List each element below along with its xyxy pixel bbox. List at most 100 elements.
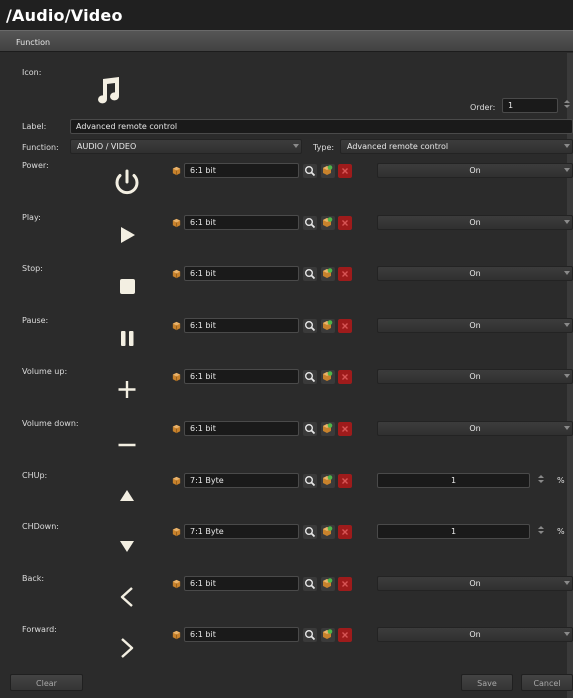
function-select[interactable]: AUDIO / VIDEO xyxy=(70,139,302,154)
value-select[interactable]: On xyxy=(377,421,573,436)
plus-icon[interactable] xyxy=(110,372,144,406)
add-object-button[interactable] xyxy=(321,370,335,385)
remove-object-button[interactable] xyxy=(338,525,352,540)
value-select[interactable]: On xyxy=(377,266,573,282)
order-stepper[interactable] xyxy=(561,98,573,113)
value-stepper[interactable] xyxy=(535,473,547,488)
triangle-down-icon[interactable] xyxy=(110,527,144,561)
object-box-icon xyxy=(172,528,181,537)
row-label: Volume up: xyxy=(22,367,68,377)
value-stepper[interactable] xyxy=(535,524,547,539)
search-button[interactable] xyxy=(303,370,317,385)
object-box-icon xyxy=(172,321,181,330)
clear-button[interactable]: Clear xyxy=(10,674,83,691)
value-select[interactable]: On xyxy=(377,163,573,178)
search-button[interactable] xyxy=(303,525,317,540)
remove-object-button[interactable] xyxy=(338,164,352,178)
row-label: CHUp: xyxy=(22,470,48,480)
object-input[interactable]: 6:1 bit xyxy=(184,369,299,385)
search-button[interactable] xyxy=(303,628,317,643)
search-button[interactable] xyxy=(303,422,317,436)
search-button[interactable] xyxy=(303,318,317,333)
type-label: Type: xyxy=(313,143,335,152)
add-object-button[interactable] xyxy=(321,318,335,333)
chevron-right-icon[interactable] xyxy=(110,630,144,664)
add-object-button[interactable] xyxy=(321,164,335,178)
object-input[interactable]: 6:1 bit xyxy=(184,214,299,230)
remove-object-button[interactable] xyxy=(338,628,352,643)
chevron-down-icon xyxy=(564,219,570,224)
object-input[interactable]: 6:1 bit xyxy=(184,266,299,282)
value-select[interactable]: On xyxy=(377,214,573,230)
row-label: Volume down: xyxy=(22,419,79,428)
row-label: Stop: xyxy=(22,264,43,274)
add-object-button[interactable] xyxy=(321,525,335,540)
chevron-down-icon xyxy=(564,374,570,379)
object-box-icon xyxy=(172,218,181,227)
value-select[interactable]: On xyxy=(377,575,573,591)
remove-object-button[interactable] xyxy=(338,473,352,488)
object-box-icon xyxy=(172,579,181,588)
play-icon[interactable] xyxy=(110,218,144,252)
pause-icon[interactable] xyxy=(110,321,144,355)
search-button[interactable] xyxy=(303,267,317,282)
chevron-down-icon xyxy=(564,144,570,148)
minus-icon[interactable] xyxy=(110,424,144,458)
music-note-icon[interactable] xyxy=(92,74,126,108)
power-icon[interactable] xyxy=(110,166,144,200)
object-input[interactable]: 6:1 bit xyxy=(184,575,299,591)
add-object-button[interactable] xyxy=(321,576,335,591)
add-object-button[interactable] xyxy=(321,267,335,282)
chevron-down-icon xyxy=(564,632,570,637)
save-button[interactable]: Save xyxy=(461,674,513,691)
unit-label: % xyxy=(557,527,565,537)
icon-label: Icon: xyxy=(22,68,42,77)
object-box-icon xyxy=(172,166,181,176)
stop-icon[interactable] xyxy=(110,269,144,303)
object-input[interactable]: 7:1 Byte xyxy=(184,524,299,540)
chevron-left-icon[interactable] xyxy=(110,579,144,613)
value-input[interactable]: 1 xyxy=(377,472,530,488)
search-button[interactable] xyxy=(303,473,317,488)
type-select[interactable]: Advanced remote control xyxy=(340,139,573,154)
search-button[interactable] xyxy=(303,164,317,178)
value-select[interactable]: On xyxy=(377,369,573,385)
remove-object-button[interactable] xyxy=(338,422,352,436)
order-label: Order: xyxy=(470,103,496,112)
cancel-button[interactable]: Cancel xyxy=(521,674,573,691)
value-select[interactable]: On xyxy=(377,317,573,333)
chevron-down-icon xyxy=(564,580,570,585)
object-input[interactable]: 6:1 bit xyxy=(184,163,299,178)
add-object-button[interactable] xyxy=(321,473,335,488)
label-label: Label: xyxy=(22,122,47,131)
row-label: Forward: xyxy=(22,625,57,635)
object-box-icon xyxy=(172,270,181,279)
remove-object-button[interactable] xyxy=(338,318,352,333)
object-input[interactable]: 6:1 bit xyxy=(184,627,299,643)
value-select[interactable]: On xyxy=(377,627,573,643)
remove-object-button[interactable] xyxy=(338,576,352,591)
add-object-button[interactable] xyxy=(321,422,335,436)
remove-object-button[interactable] xyxy=(338,215,352,230)
row-label: Power: xyxy=(22,161,49,170)
order-input[interactable]: 1 xyxy=(502,98,558,113)
remove-object-button[interactable] xyxy=(338,267,352,282)
search-button[interactable] xyxy=(303,576,317,591)
label-input[interactable]: Advanced remote control xyxy=(70,119,573,134)
object-input[interactable]: 6:1 bit xyxy=(184,317,299,333)
chevron-down-icon xyxy=(564,426,570,430)
chevron-down-icon xyxy=(564,322,570,327)
chevron-down-icon xyxy=(293,144,299,148)
object-input[interactable]: 7:1 Byte xyxy=(184,472,299,488)
value-input[interactable]: 1 xyxy=(377,524,530,540)
object-box-icon xyxy=(172,476,181,485)
add-object-button[interactable] xyxy=(321,215,335,230)
remove-object-button[interactable] xyxy=(338,370,352,385)
triangle-up-icon[interactable] xyxy=(110,476,144,510)
chevron-down-icon xyxy=(564,271,570,276)
add-object-button[interactable] xyxy=(321,628,335,643)
search-button[interactable] xyxy=(303,215,317,230)
object-input[interactable]: 6:1 bit xyxy=(184,421,299,436)
row-label: Play: xyxy=(22,212,41,222)
row-label: CHDown: xyxy=(22,522,59,532)
